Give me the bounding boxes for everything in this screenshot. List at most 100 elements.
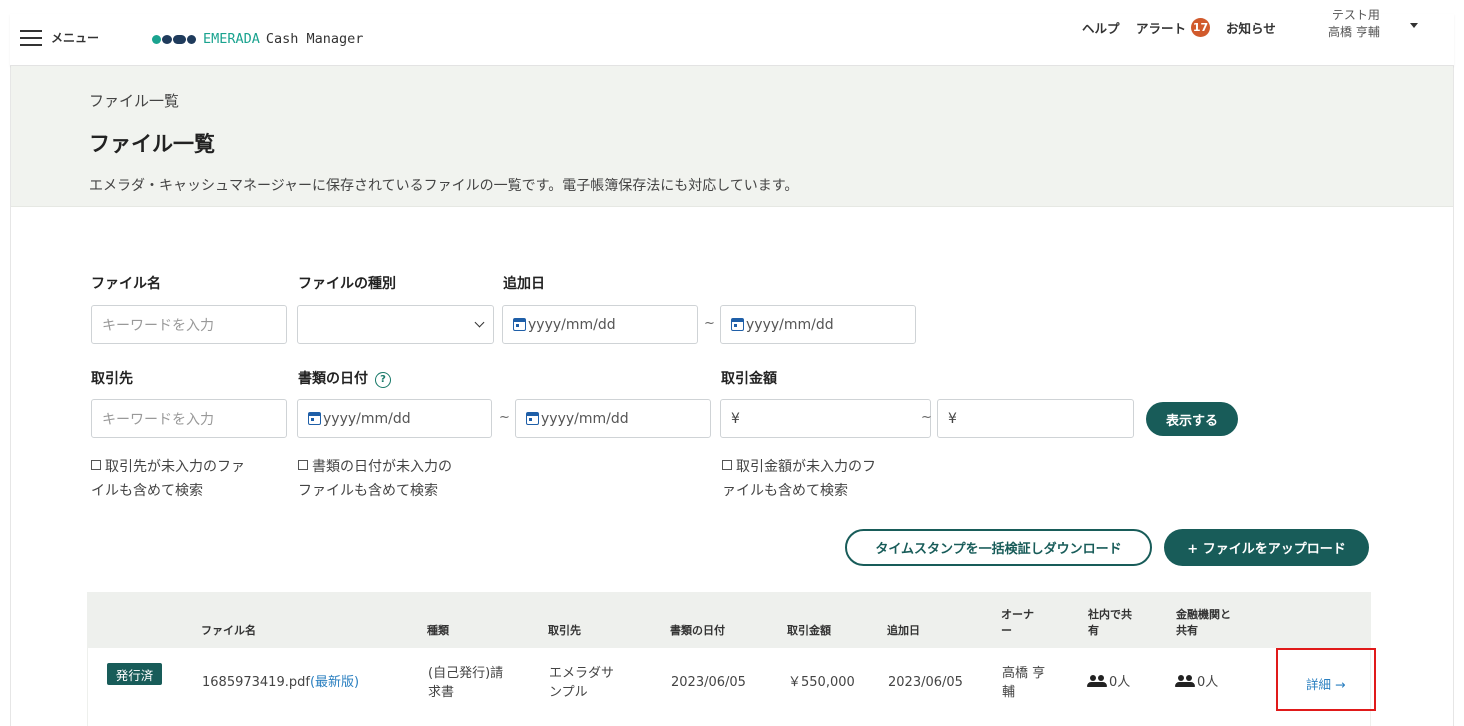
table-row[interactable]: 発行済 1685973419.pdf(最新版) (自己発行)請 求書 エメラダサ… [87,648,1371,726]
people-icon [1087,675,1107,687]
help-link[interactable]: ヘルプ [1082,18,1120,37]
breadcrumb[interactable]: ファイル一覧 [89,90,179,111]
help-icon[interactable]: ? [375,372,391,388]
doc-date-to-input[interactable]: yyyy/mm/dd [515,399,711,438]
verify-timestamp-download-button[interactable]: タイムスタンプを一括検証しダウンロード [845,529,1152,566]
range-separator: ~ [921,410,932,425]
upload-file-button[interactable]: + ファイルをアップロード [1164,529,1369,566]
col-bank-line2: 共有 [1176,624,1198,637]
app-logo[interactable]: EMERADA Cash Manager [152,31,363,47]
file-name-text: 1685973419.pdf [202,675,310,690]
col-owner: オーナ ー [1001,607,1034,639]
col-internal-line2: 有 [1088,624,1099,637]
col-bank-line1: 金融機関と [1176,608,1231,621]
added-date-from-input[interactable]: yyyy/mm/dd [502,305,698,344]
amount-max-input[interactable]: ¥ [937,399,1134,438]
file-name-placeholder: キーワードを入力 [102,317,214,334]
calendar-icon [731,318,744,331]
range-separator: ~ [499,410,510,425]
logo-product-text: Cash Manager [265,31,364,47]
hamburger-icon [20,29,42,46]
col-doc-date: 書類の日付 [670,624,725,637]
chk-amount-line1: 取引金額が未入力のフ [736,459,876,475]
row-internal-share[interactable]: 0人 [1087,673,1130,692]
row-partner: エメラダサ ンプル [549,664,614,702]
file-type-label: ファイルの種別 [298,276,396,292]
row-owner-line1: 高橋 亨 [1002,666,1046,681]
date-placeholder: yyyy/mm/dd [323,410,411,427]
col-bank-share: 金融機関と 共有 [1176,607,1231,639]
col-added: 追加日 [887,624,920,637]
col-amount: 取引金額 [787,624,831,637]
partner-input[interactable]: キーワードを入力 [91,399,287,438]
checkbox-icon [91,460,101,470]
status-badge: 発行済 [107,663,162,685]
partner-label: 取引先 [91,371,133,387]
news-link[interactable]: お知らせ [1226,18,1276,37]
row-file-name[interactable]: 1685973419.pdf(最新版) [202,673,359,692]
page-description: エメラダ・キャッシュマネージャーに保存されているファイルの一覧です。電子帳簿保存… [89,178,799,194]
logo-mark-icon [152,34,197,44]
col-partner: 取引先 [548,624,581,637]
col-type: 種類 [427,624,449,637]
user-org: テスト用 [1331,8,1380,22]
date-placeholder: yyyy/mm/dd [541,410,629,427]
added-date-label: 追加日 [503,276,545,292]
menu-label: メニュー [51,31,100,45]
chk-amount-line2: ァイルも含めて検索 [722,483,848,499]
row-partner-line2: ンプル [549,685,588,700]
col-owner-line1: オーナ [1001,608,1034,621]
menu-button[interactable]: メニュー [20,29,99,46]
row-doc-date: 2023/06/05 [671,675,746,690]
latest-version-link[interactable]: (最新版) [310,675,359,690]
table-header: ファイル名 種類 取引先 書類の日付 取引金額 追加日 オーナ ー 社内で共 有… [87,592,1371,648]
date-placeholder: yyyy/mm/dd [746,316,834,333]
row-owner-line2: 輔 [1002,685,1016,700]
alert-label: アラート [1136,21,1187,36]
chk-docdate-line2: ファイルも含めて検索 [298,483,438,499]
col-file-name: ファイル名 [201,624,256,637]
checkbox-icon [298,460,308,470]
row-type-line1: (自己発行)請 [428,666,504,681]
internal-share-count: 0人 [1109,675,1131,690]
file-table: ファイル名 種類 取引先 書類の日付 取引金額 追加日 オーナ ー 社内で共 有… [87,592,1371,726]
col-internal-share: 社内で共 有 [1088,607,1132,639]
range-separator: ~ [704,316,715,331]
row-type-line2: 求書 [428,685,455,700]
chk-docdate-line1: 書類の日付が未入力の [312,459,452,475]
row-added-date: 2023/06/05 [888,675,963,690]
detail-link[interactable]: 詳細 → [1306,674,1345,693]
alert-link[interactable]: アラート 17 [1136,18,1211,37]
chevron-down-icon [474,317,485,328]
include-empty-partner-checkbox[interactable]: 取引先が未入力のファ イルも含めて検索 [91,455,245,503]
chk-partner-line1: 取引先が未入力のファ [105,459,245,475]
people-icon [1175,675,1195,687]
page-title: ファイル一覧 [89,132,215,156]
amount-label: 取引金額 [721,371,777,387]
alert-count-badge: 17 [1191,18,1211,37]
calendar-icon [526,412,539,425]
show-button[interactable]: 表示する [1146,402,1238,436]
include-empty-amount-checkbox[interactable]: 取引金額が未入力のフ ァイルも含めて検索 [722,455,876,503]
row-bank-share[interactable]: 0人 [1175,673,1218,692]
row-owner: 高橋 亨 輔 [1002,664,1045,702]
bank-share-count: 0人 [1197,675,1219,690]
file-type-select[interactable] [297,305,494,344]
file-name-input[interactable]: キーワードを入力 [91,305,287,344]
caret-down-icon[interactable] [1410,23,1418,28]
yen-prefix: ¥ [948,410,957,427]
user-menu[interactable]: テスト用 高橋 亨輔 [1328,7,1380,41]
doc-date-from-input[interactable]: yyyy/mm/dd [297,399,492,438]
logo-brand-text: EMERADA [203,31,260,47]
col-internal-line1: 社内で共 [1088,608,1132,621]
date-placeholder: yyyy/mm/dd [528,316,616,333]
row-amount: ￥550,000 [788,675,855,690]
calendar-icon [308,412,321,425]
row-partner-line1: エメラダサ [549,666,615,681]
include-empty-docdate-checkbox[interactable]: 書類の日付が未入力の ファイルも含めて検索 [298,455,452,503]
doc-date-label-wrap: 書類の日付? [298,368,391,388]
amount-min-input[interactable]: ¥ [720,399,931,438]
calendar-icon [513,318,526,331]
yen-prefix: ¥ [731,410,740,427]
added-date-to-input[interactable]: yyyy/mm/dd [720,305,916,344]
